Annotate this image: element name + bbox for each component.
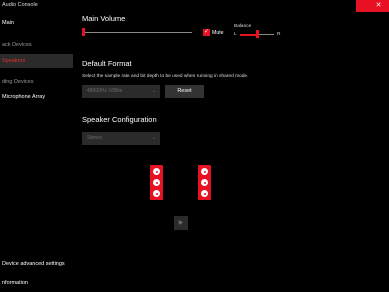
mute-label: Mute	[212, 30, 224, 36]
checkmark-icon: ✓	[203, 29, 210, 36]
sidebar-item-label: nformation	[2, 280, 28, 286]
default-format-description: Select the sample rate and bit depth to …	[82, 74, 249, 79]
sidebar-item-speakers[interactable]: Speakers	[0, 54, 73, 68]
volume-slider[interactable]	[82, 28, 195, 38]
left-speaker[interactable]	[150, 165, 163, 200]
close-icon: ✕	[375, 2, 382, 9]
sidebar-item-label: Speakers	[2, 58, 26, 64]
chevron-down-icon: ⌄	[151, 135, 156, 141]
speaker-icon	[153, 179, 160, 186]
playback-devices-header: ack Devices	[2, 42, 32, 48]
test-play-button[interactable]: ▶	[174, 216, 188, 230]
mute-checkbox[interactable]: ✓ Mute	[202, 28, 227, 37]
sidebar-item-device-advanced-settings[interactable]: Device advanced settings	[0, 257, 73, 271]
speaker-icon	[153, 168, 160, 175]
speaker-icon	[153, 190, 160, 197]
volume-slider-thumb[interactable]	[82, 28, 85, 36]
sidebar: Main ack Devices Speakers ding Devices M…	[0, 12, 75, 292]
balance-slider-thumb[interactable]	[255, 30, 259, 38]
reset-button[interactable]: Reset	[165, 85, 204, 98]
play-icon: ▶	[178, 220, 184, 226]
balance-slider-fill	[240, 33, 257, 36]
speaker-configuration-dropdown[interactable]: Stereo ⌄	[82, 132, 160, 145]
sidebar-item-main[interactable]: Main	[0, 16, 73, 30]
speaker-icon	[201, 179, 208, 186]
sidebar-item-information[interactable]: nformation	[0, 276, 73, 290]
main-volume-heading: Main Volume	[82, 14, 126, 23]
speaker-configuration-value: Stereo	[87, 135, 102, 141]
title-bar: Audio Console ✕	[0, 0, 389, 12]
sample-rate-value: 48000Hz 16Bits	[87, 88, 123, 94]
sample-rate-dropdown[interactable]: 48000Hz 16Bits ⌄	[82, 85, 160, 98]
app-title: Audio Console	[2, 2, 38, 8]
sidebar-item-microphone-array[interactable]: Microphone Array	[0, 90, 73, 104]
balance-slider[interactable]	[240, 29, 274, 39]
chevron-down-icon: ⌄	[151, 88, 156, 94]
close-button[interactable]: ✕	[368, 0, 389, 12]
minimize-button[interactable]	[356, 0, 368, 12]
sidebar-item-label: Microphone Array	[2, 94, 46, 100]
sidebar-item-label: Device advanced settings	[2, 261, 65, 267]
sidebar-item-label: Main	[2, 20, 14, 26]
speaker-configuration-heading: Speaker Configuration	[82, 115, 157, 124]
balance-left-label: L	[234, 32, 237, 37]
main-panel: Main Volume ✓ Mute Balance L R Default F…	[75, 12, 389, 292]
recording-devices-header: ding Devices	[2, 79, 34, 85]
default-format-heading: Default Format	[82, 59, 132, 68]
volume-slider-track	[82, 32, 192, 33]
balance-right-label: R	[277, 32, 281, 37]
speaker-icon	[201, 168, 208, 175]
speaker-icon	[201, 190, 208, 197]
right-speaker[interactable]	[198, 165, 211, 200]
